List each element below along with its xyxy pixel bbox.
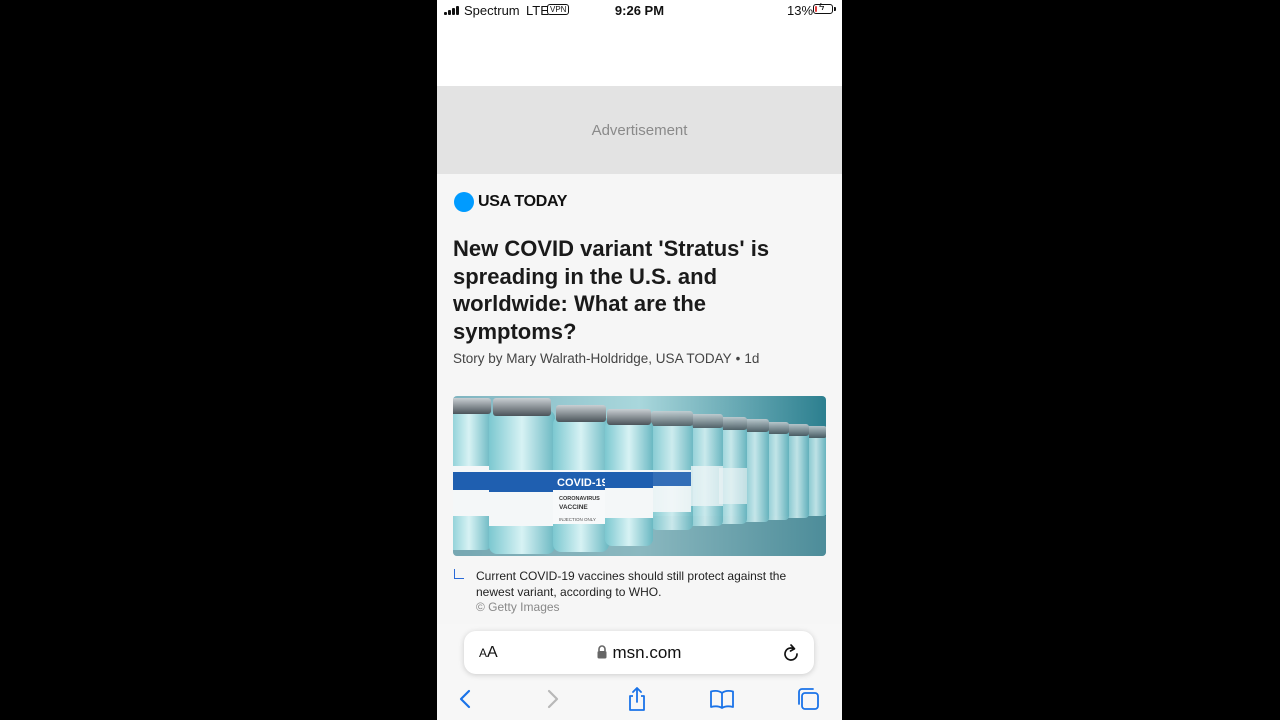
- address-bar[interactable]: AA msn.com: [464, 631, 814, 674]
- byline-age: 1d: [744, 351, 760, 366]
- byline-separator: •: [735, 351, 741, 366]
- tabs-icon[interactable]: [795, 686, 821, 712]
- battery-percent: 13%: [787, 3, 814, 18]
- article-byline: Story by Mary Walrath-Holdridge, USA TOD…: [453, 351, 759, 366]
- status-bar: Spectrum LTE VPN 9:26 PM 13% ϟ: [437, 0, 842, 22]
- vial-label: COVID-19: [557, 477, 608, 489]
- vial-sub-label: INJECTION ONLY: [559, 517, 596, 522]
- byline-author[interactable]: Story by Mary Walrath-Holdridge, USA TOD…: [453, 351, 732, 366]
- image-caption: Current COVID-19 vaccines should still p…: [476, 569, 787, 599]
- url-text: msn.com: [612, 643, 682, 662]
- battery-cap: [834, 7, 836, 11]
- browser-toolbar: [437, 684, 842, 714]
- phone-screen: Spectrum LTE VPN 9:26 PM 13% ϟ Advertise…: [437, 0, 842, 720]
- lock-icon: [597, 645, 607, 659]
- article-headline: New COVID variant 'Stratus' is spreading…: [453, 236, 770, 344]
- battery-level: [815, 6, 817, 12]
- usa-today-dot-icon: [454, 192, 474, 212]
- article-hero-image[interactable]: COVID-19 CORONAVIRUS VACCINE INJECTION O…: [453, 396, 826, 556]
- bookmarks-icon[interactable]: [709, 686, 735, 712]
- advertisement-label: Advertisement: [591, 121, 688, 139]
- forward-icon[interactable]: [539, 686, 565, 712]
- browser-bottom-bar: AA msn.com: [437, 624, 842, 720]
- image-credit: © Getty Images: [476, 600, 560, 614]
- publisher-name: USA TODAY: [478, 193, 568, 210]
- advertisement-banner[interactable]: Advertisement: [437, 86, 842, 174]
- charging-icon: ϟ: [819, 2, 825, 13]
- back-icon[interactable]: [453, 686, 479, 712]
- url-field[interactable]: msn.com: [464, 643, 814, 663]
- share-icon[interactable]: [624, 686, 650, 712]
- reload-icon[interactable]: [782, 643, 800, 663]
- article: USA TODAY New COVID variant 'Stratus' is…: [437, 174, 842, 624]
- vial-sub-label: CORONAVIRUS: [559, 496, 600, 502]
- status-time: 9:26 PM: [614, 3, 665, 18]
- vial-sub-label: VACCINE: [559, 504, 588, 511]
- caption-corner-icon: [454, 569, 464, 579]
